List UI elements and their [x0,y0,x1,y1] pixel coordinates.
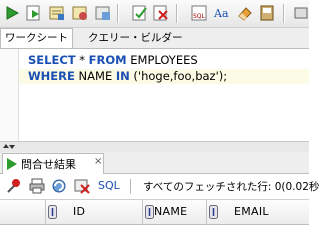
run-script-icon[interactable] [26,5,42,21]
keyword: IN [115,69,130,83]
upper-lower-case-icon[interactable]: Aa [214,5,230,21]
column-sort-icon [145,205,154,219]
cancel-query-icon[interactable] [74,178,90,194]
extra-tool-icon[interactable] [293,5,309,21]
results-toolbar: SQL すべてのフェッチされた行: 0(0.02秒 [0,174,319,200]
results-tab-label: 問合せ結果 [21,158,76,171]
keyword: SELECT [28,53,76,67]
code-text: NAME [74,69,116,83]
sql-formatter-icon[interactable]: SQL [191,5,207,21]
code-text: * [75,53,89,67]
refresh-icon[interactable] [51,178,67,194]
explain-plan-icon[interactable] [49,5,65,21]
main-toolbar: SQL Aa [0,0,309,28]
pin-icon[interactable] [6,178,22,194]
code-line-2[interactable]: WHERE NAME IN ('hoge,foo,baz'); [19,69,309,84]
tab-query-builder-label: クエリー・ビルダー [88,32,183,44]
clear-eraser-icon[interactable] [237,5,253,21]
svg-text:SQL: SQL [193,13,206,20]
toolbar-separator [176,4,178,23]
run-statement-icon[interactable] [4,5,20,21]
tab-query-builder[interactable]: クエリー・ビルダー [84,29,187,48]
worksheet-tab-bar: ワークシート クエリー・ビルダー [0,28,309,49]
column-header-name[interactable]: NAME [143,200,207,224]
toolbar-separator [130,179,131,194]
code-text: ('hoge,foo,baz'); [129,69,228,83]
toolbar-separator [283,4,285,23]
column-header-email[interactable]: EMAIL [207,200,309,224]
svg-text:Aa: Aa [214,7,229,20]
tab-worksheet[interactable]: ワークシート [0,28,73,48]
fetch-status-text: すべてのフェッチされた行: 0(0.02秒 [143,181,320,193]
tab-query-results[interactable]: 問合せ結果 × [2,153,104,174]
commit-icon[interactable] [132,5,148,21]
column-label: NAME [154,205,188,218]
results-grid-header: ID NAME EMAIL [0,200,309,225]
column-sort-icon [48,205,57,219]
sql-history-icon[interactable] [259,5,275,21]
column-label: ID [73,205,86,218]
run-result-icon [7,158,17,170]
results-grid-body [0,225,309,251]
results-tab-bar: 問合せ結果 × [0,152,309,174]
tab-worksheet-label: ワークシート [5,32,68,44]
splitter-arrows-icon[interactable] [2,142,16,151]
rollback-icon[interactable] [153,5,169,21]
print-icon[interactable] [29,178,45,194]
keyword: WHERE [28,69,75,83]
sql-editor[interactable]: SELECT * FROM EMPLOYEES WHERE NAME IN ('… [0,49,309,141]
sql-link[interactable]: SQL [98,179,120,192]
autotrace-icon[interactable] [72,5,88,21]
column-sort-icon [209,205,218,219]
keyword: FROM [88,53,127,67]
column-header-id[interactable]: ID [46,200,143,224]
column-label: EMAIL [234,205,269,218]
sql-tuning-icon[interactable] [95,5,111,21]
row-number-header [0,200,46,224]
close-tab-icon[interactable]: × [94,156,102,167]
toolbar-separator [117,4,119,23]
editor-gutter [0,49,19,141]
code-line-1[interactable]: SELECT * FROM EMPLOYEES [28,53,198,68]
code-text: EMPLOYEES [126,53,198,67]
